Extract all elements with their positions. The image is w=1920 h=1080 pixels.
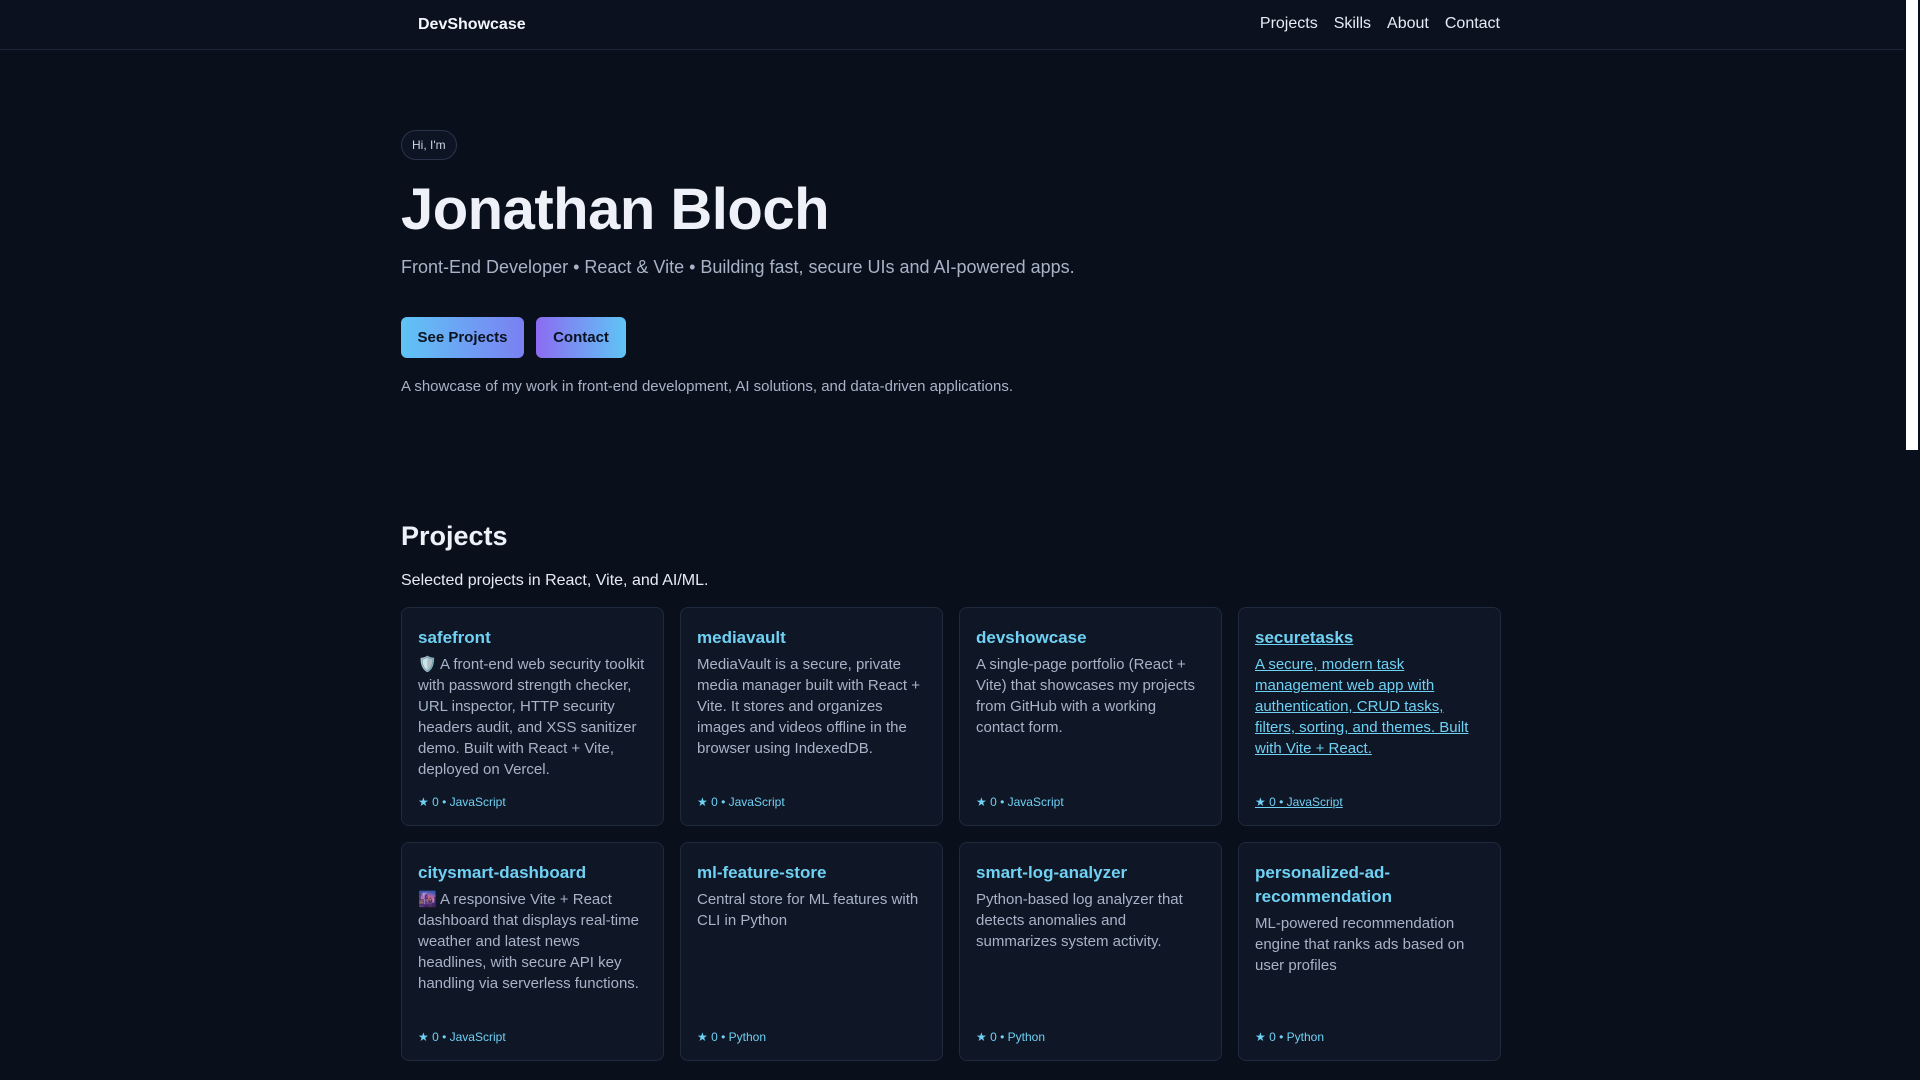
project-meta: ★ 0 • JavaScript [418, 795, 506, 809]
project-meta: ★ 0 • Python [697, 1030, 766, 1044]
nav-link-contact[interactable]: Contact [1445, 15, 1500, 33]
project-card-devshowcase[interactable]: devshowcase A single-page portfolio (Rea… [959, 607, 1222, 826]
project-description: A secure, modern task management web app… [1255, 656, 1469, 757]
projects-heading: Projects [401, 521, 508, 551]
project-title[interactable]: safefront [418, 626, 647, 650]
project-card-citysmart-dashboard[interactable]: citysmart-dashboard 🌆 A responsive Vite … [401, 842, 664, 1061]
projects-subtitle: Selected projects in React, Vite, and AI… [401, 572, 709, 589]
project-title[interactable]: personalized-ad-recommendation [1255, 861, 1484, 909]
hero-buttons: See Projects Contact [401, 317, 626, 358]
project-card-smart-log-analyzer[interactable]: smart-log-analyzer Python-based log anal… [959, 842, 1222, 1061]
brand-logo[interactable]: DevShowcase [418, 16, 526, 34]
page-scrollbar[interactable] [1904, 0, 1920, 1080]
contact-button[interactable]: Contact [536, 317, 626, 358]
project-meta: ★ 0 • JavaScript [976, 795, 1064, 809]
nav-link-projects[interactable]: Projects [1260, 15, 1318, 33]
project-description: 🌆 A responsive Vite + React dashboard th… [418, 891, 639, 992]
greeting-badge: Hi, I'm [401, 130, 457, 160]
nav-link-about[interactable]: About [1387, 15, 1429, 33]
project-meta: ★ 0 • JavaScript [1255, 795, 1343, 809]
project-title[interactable]: ml-feature-store [697, 861, 926, 885]
project-card-ml-feature-store[interactable]: ml-feature-store Central store for ML fe… [680, 842, 943, 1061]
project-title[interactable]: mediavault [697, 626, 926, 650]
project-card-safefront[interactable]: safefront 🛡️ A front-end web security to… [401, 607, 664, 826]
see-projects-button[interactable]: See Projects [401, 317, 524, 358]
page: DevShowcase Projects Skills About Contac… [0, 0, 1920, 1080]
scrollbar-thumb[interactable] [1906, 0, 1918, 450]
project-description: Python-based log analyzer that detects a… [976, 891, 1183, 950]
nav-links: Projects Skills About Contact [1260, 15, 1500, 33]
project-title[interactable]: smart-log-analyzer [976, 861, 1205, 885]
project-description: Central store for ML features with CLI i… [697, 891, 919, 929]
project-title[interactable]: devshowcase [976, 626, 1205, 650]
project-meta: ★ 0 • Python [976, 1030, 1045, 1044]
nav-link-skills[interactable]: Skills [1334, 15, 1371, 33]
top-navigation: DevShowcase Projects Skills About Contac… [0, 0, 1904, 50]
project-description: 🛡️ A front-end web security toolkit with… [418, 656, 645, 778]
project-card-personalized-ad-recommendation[interactable]: personalized-ad-recommendation ML-powere… [1238, 842, 1501, 1061]
hero-tagline: Front-End Developer • React & Vite • Bui… [401, 257, 1075, 277]
project-card-securetasks[interactable]: securetasks A secure, modern task manage… [1238, 607, 1501, 826]
hero-name: Jonathan Bloch [401, 177, 830, 242]
project-description: A single-page portfolio (React + Vite) t… [976, 656, 1195, 736]
projects-grid: safefront 🛡️ A front-end web security to… [401, 607, 1503, 1061]
project-card-mediavault[interactable]: mediavault MediaVault is a secure, priva… [680, 607, 943, 826]
project-description: MediaVault is a secure, private media ma… [697, 656, 921, 757]
project-description: ML-powered recommendation engine that ra… [1255, 915, 1465, 974]
hero-intro: A showcase of my work in front-end devel… [401, 378, 1014, 395]
project-meta: ★ 0 • JavaScript [697, 795, 785, 809]
project-meta: ★ 0 • JavaScript [418, 1030, 506, 1044]
project-meta: ★ 0 • Python [1255, 1030, 1324, 1044]
project-title[interactable]: securetasks [1255, 626, 1484, 650]
project-title[interactable]: citysmart-dashboard [418, 861, 647, 885]
